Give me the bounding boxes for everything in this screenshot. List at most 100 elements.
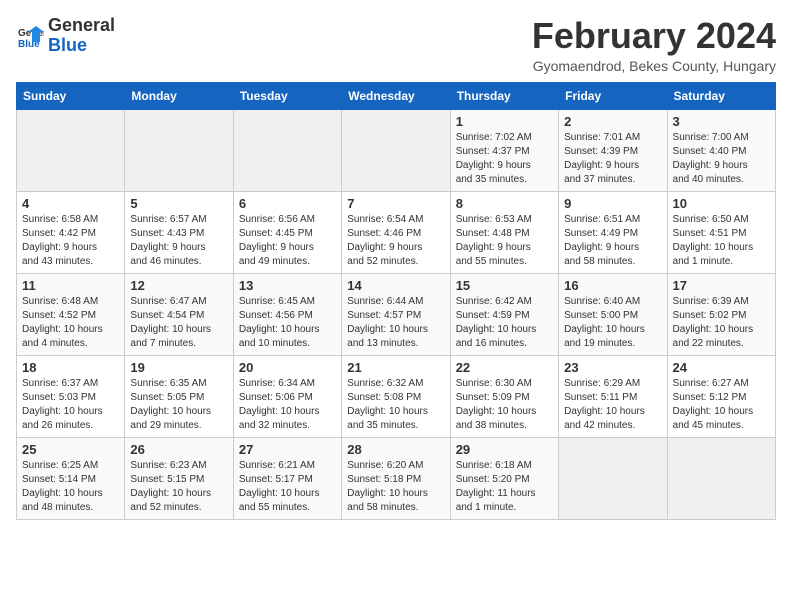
- weekday-monday: Monday: [125, 82, 233, 109]
- day-info: Sunrise: 7:01 AM Sunset: 4:39 PM Dayligh…: [564, 131, 661, 187]
- day-number: 22: [456, 360, 553, 375]
- weekday-tuesday: Tuesday: [233, 82, 341, 109]
- day-cell: [125, 109, 233, 191]
- day-cell: 12Sunrise: 6:47 AM Sunset: 4:54 PM Dayli…: [125, 273, 233, 355]
- day-number: 5: [130, 196, 227, 211]
- day-info: Sunrise: 6:32 AM Sunset: 5:08 PM Dayligh…: [347, 377, 444, 433]
- day-info: Sunrise: 6:29 AM Sunset: 5:11 PM Dayligh…: [564, 377, 661, 433]
- day-number: 15: [456, 278, 553, 293]
- logo-icon: General Blue: [16, 22, 44, 50]
- day-cell: 8 Sunrise: 6:53 AM Sunset: 4:48 PM Daylig…: [450, 191, 558, 273]
- weekday-friday: Friday: [559, 82, 667, 109]
- day-info: Sunrise: 6:21 AM Sunset: 5:17 PM Dayligh…: [239, 459, 336, 515]
- week-row-3: 11Sunrise: 6:48 AM Sunset: 4:52 PM Dayli…: [17, 273, 776, 355]
- day-info: Sunrise: 6:18 AM Sunset: 5:20 PM Dayligh…: [456, 459, 553, 515]
- day-info: Sunrise: 6:35 AM Sunset: 5:05 PM Dayligh…: [130, 377, 227, 433]
- day-info: Sunrise: 6:54 AM Sunset: 4:46 PM Dayligh…: [347, 213, 444, 269]
- day-info: Sunrise: 6:42 AM Sunset: 4:59 PM Dayligh…: [456, 295, 553, 351]
- day-number: 6: [239, 196, 336, 211]
- day-cell: [559, 437, 667, 519]
- day-info: Sunrise: 6:50 AM Sunset: 4:51 PM Dayligh…: [673, 213, 770, 269]
- day-info: Sunrise: 7:02 AM Sunset: 4:37 PM Dayligh…: [456, 131, 553, 187]
- day-number: 2: [564, 114, 661, 129]
- day-cell: 3 Sunrise: 7:00 AM Sunset: 4:40 PM Daylig…: [667, 109, 775, 191]
- day-info: Sunrise: 6:57 AM Sunset: 4:43 PM Dayligh…: [130, 213, 227, 269]
- day-cell: 9 Sunrise: 6:51 AM Sunset: 4:49 PM Daylig…: [559, 191, 667, 273]
- day-info: Sunrise: 6:30 AM Sunset: 5:09 PM Dayligh…: [456, 377, 553, 433]
- day-number: 23: [564, 360, 661, 375]
- day-cell: 25 Sunrise: 6:25 AM Sunset: 5:14 PM Dayli…: [17, 437, 125, 519]
- day-cell: 13Sunrise: 6:45 AM Sunset: 4:56 PM Dayli…: [233, 273, 341, 355]
- week-row-1: 1 Sunrise: 7:02 AM Sunset: 4:37 PM Daylig…: [17, 109, 776, 191]
- day-number: 24: [673, 360, 770, 375]
- day-number: 20: [239, 360, 336, 375]
- header: General Blue General Blue February 2024 …: [16, 16, 776, 74]
- month-title: February 2024: [532, 16, 776, 56]
- day-number: 3: [673, 114, 770, 129]
- day-number: 4: [22, 196, 119, 211]
- day-cell: 10 Sunrise: 6:50 AM Sunset: 4:51 PM Dayli…: [667, 191, 775, 273]
- weekday-thursday: Thursday: [450, 82, 558, 109]
- day-info: Sunrise: 6:53 AM Sunset: 4:48 PM Dayligh…: [456, 213, 553, 269]
- day-number: 26: [130, 442, 227, 457]
- day-cell: 16 Sunrise: 6:40 AM Sunset: 5:00 PM Dayli…: [559, 273, 667, 355]
- day-number: 27: [239, 442, 336, 457]
- weekday-wednesday: Wednesday: [342, 82, 450, 109]
- logo: General Blue General Blue: [16, 16, 115, 56]
- day-info: Sunrise: 6:23 AM Sunset: 5:15 PM Dayligh…: [130, 459, 227, 515]
- day-info: Sunrise: 6:48 AM Sunset: 4:52 PM Dayligh…: [22, 295, 119, 351]
- day-cell: 7 Sunrise: 6:54 AM Sunset: 4:46 PM Daylig…: [342, 191, 450, 273]
- day-number: 7: [347, 196, 444, 211]
- day-cell: 6Sunrise: 6:56 AM Sunset: 4:45 PM Daylig…: [233, 191, 341, 273]
- day-cell: 4 Sunrise: 6:58 AM Sunset: 4:42 PM Daylig…: [17, 191, 125, 273]
- week-row-2: 4 Sunrise: 6:58 AM Sunset: 4:42 PM Daylig…: [17, 191, 776, 273]
- day-number: 29: [456, 442, 553, 457]
- day-cell: [17, 109, 125, 191]
- day-cell: 17 Sunrise: 6:39 AM Sunset: 5:02 PM Dayli…: [667, 273, 775, 355]
- calendar-body: 1 Sunrise: 7:02 AM Sunset: 4:37 PM Daylig…: [17, 109, 776, 519]
- day-info: Sunrise: 6:40 AM Sunset: 5:00 PM Dayligh…: [564, 295, 661, 351]
- day-cell: 27 Sunrise: 6:21 AM Sunset: 5:17 PM Dayli…: [233, 437, 341, 519]
- weekday-sunday: Sunday: [17, 82, 125, 109]
- day-cell: 21 Sunrise: 6:32 AM Sunset: 5:08 PM Dayli…: [342, 355, 450, 437]
- day-cell: 5 Sunrise: 6:57 AM Sunset: 4:43 PM Daylig…: [125, 191, 233, 273]
- day-cell: 26 Sunrise: 6:23 AM Sunset: 5:15 PM Dayli…: [125, 437, 233, 519]
- day-number: 18: [22, 360, 119, 375]
- weekday-saturday: Saturday: [667, 82, 775, 109]
- day-cell: 22 Sunrise: 6:30 AM Sunset: 5:09 PM Dayli…: [450, 355, 558, 437]
- day-cell: 15 Sunrise: 6:42 AM Sunset: 4:59 PM Dayli…: [450, 273, 558, 355]
- day-number: 17: [673, 278, 770, 293]
- day-number: 9: [564, 196, 661, 211]
- day-info: Sunrise: 6:20 AM Sunset: 5:18 PM Dayligh…: [347, 459, 444, 515]
- day-number: 10: [673, 196, 770, 211]
- day-cell: 20 Sunrise: 6:34 AM Sunset: 5:06 PM Dayli…: [233, 355, 341, 437]
- calendar-table: SundayMondayTuesdayWednesdayThursdayFrid…: [16, 82, 776, 520]
- logo-text: General Blue: [48, 16, 115, 56]
- week-row-5: 25 Sunrise: 6:25 AM Sunset: 5:14 PM Dayli…: [17, 437, 776, 519]
- day-info: Sunrise: 6:58 AM Sunset: 4:42 PM Dayligh…: [22, 213, 119, 269]
- day-cell: 14Sunrise: 6:44 AM Sunset: 4:57 PM Dayli…: [342, 273, 450, 355]
- title-area: February 2024 Gyomaendrod, Bekes County,…: [532, 16, 776, 74]
- day-cell: 1 Sunrise: 7:02 AM Sunset: 4:37 PM Daylig…: [450, 109, 558, 191]
- day-cell: 11Sunrise: 6:48 AM Sunset: 4:52 PM Dayli…: [17, 273, 125, 355]
- day-number: 1: [456, 114, 553, 129]
- day-number: 12: [130, 278, 227, 293]
- day-info: Sunrise: 6:25 AM Sunset: 5:14 PM Dayligh…: [22, 459, 119, 515]
- weekday-header-row: SundayMondayTuesdayWednesdayThursdayFrid…: [17, 82, 776, 109]
- day-info: Sunrise: 6:37 AM Sunset: 5:03 PM Dayligh…: [22, 377, 119, 433]
- day-info: Sunrise: 7:00 AM Sunset: 4:40 PM Dayligh…: [673, 131, 770, 187]
- day-cell: 2 Sunrise: 7:01 AM Sunset: 4:39 PM Daylig…: [559, 109, 667, 191]
- day-number: 21: [347, 360, 444, 375]
- day-number: 19: [130, 360, 227, 375]
- day-info: Sunrise: 6:27 AM Sunset: 5:12 PM Dayligh…: [673, 377, 770, 433]
- day-number: 8: [456, 196, 553, 211]
- day-cell: [667, 437, 775, 519]
- day-info: Sunrise: 6:39 AM Sunset: 5:02 PM Dayligh…: [673, 295, 770, 351]
- day-number: 16: [564, 278, 661, 293]
- day-info: Sunrise: 6:51 AM Sunset: 4:49 PM Dayligh…: [564, 213, 661, 269]
- day-cell: 23 Sunrise: 6:29 AM Sunset: 5:11 PM Dayli…: [559, 355, 667, 437]
- location-subtitle: Gyomaendrod, Bekes County, Hungary: [532, 58, 776, 74]
- day-number: 25: [22, 442, 119, 457]
- day-info: Sunrise: 6:45 AM Sunset: 4:56 PM Dayligh…: [239, 295, 336, 351]
- day-info: Sunrise: 6:34 AM Sunset: 5:06 PM Dayligh…: [239, 377, 336, 433]
